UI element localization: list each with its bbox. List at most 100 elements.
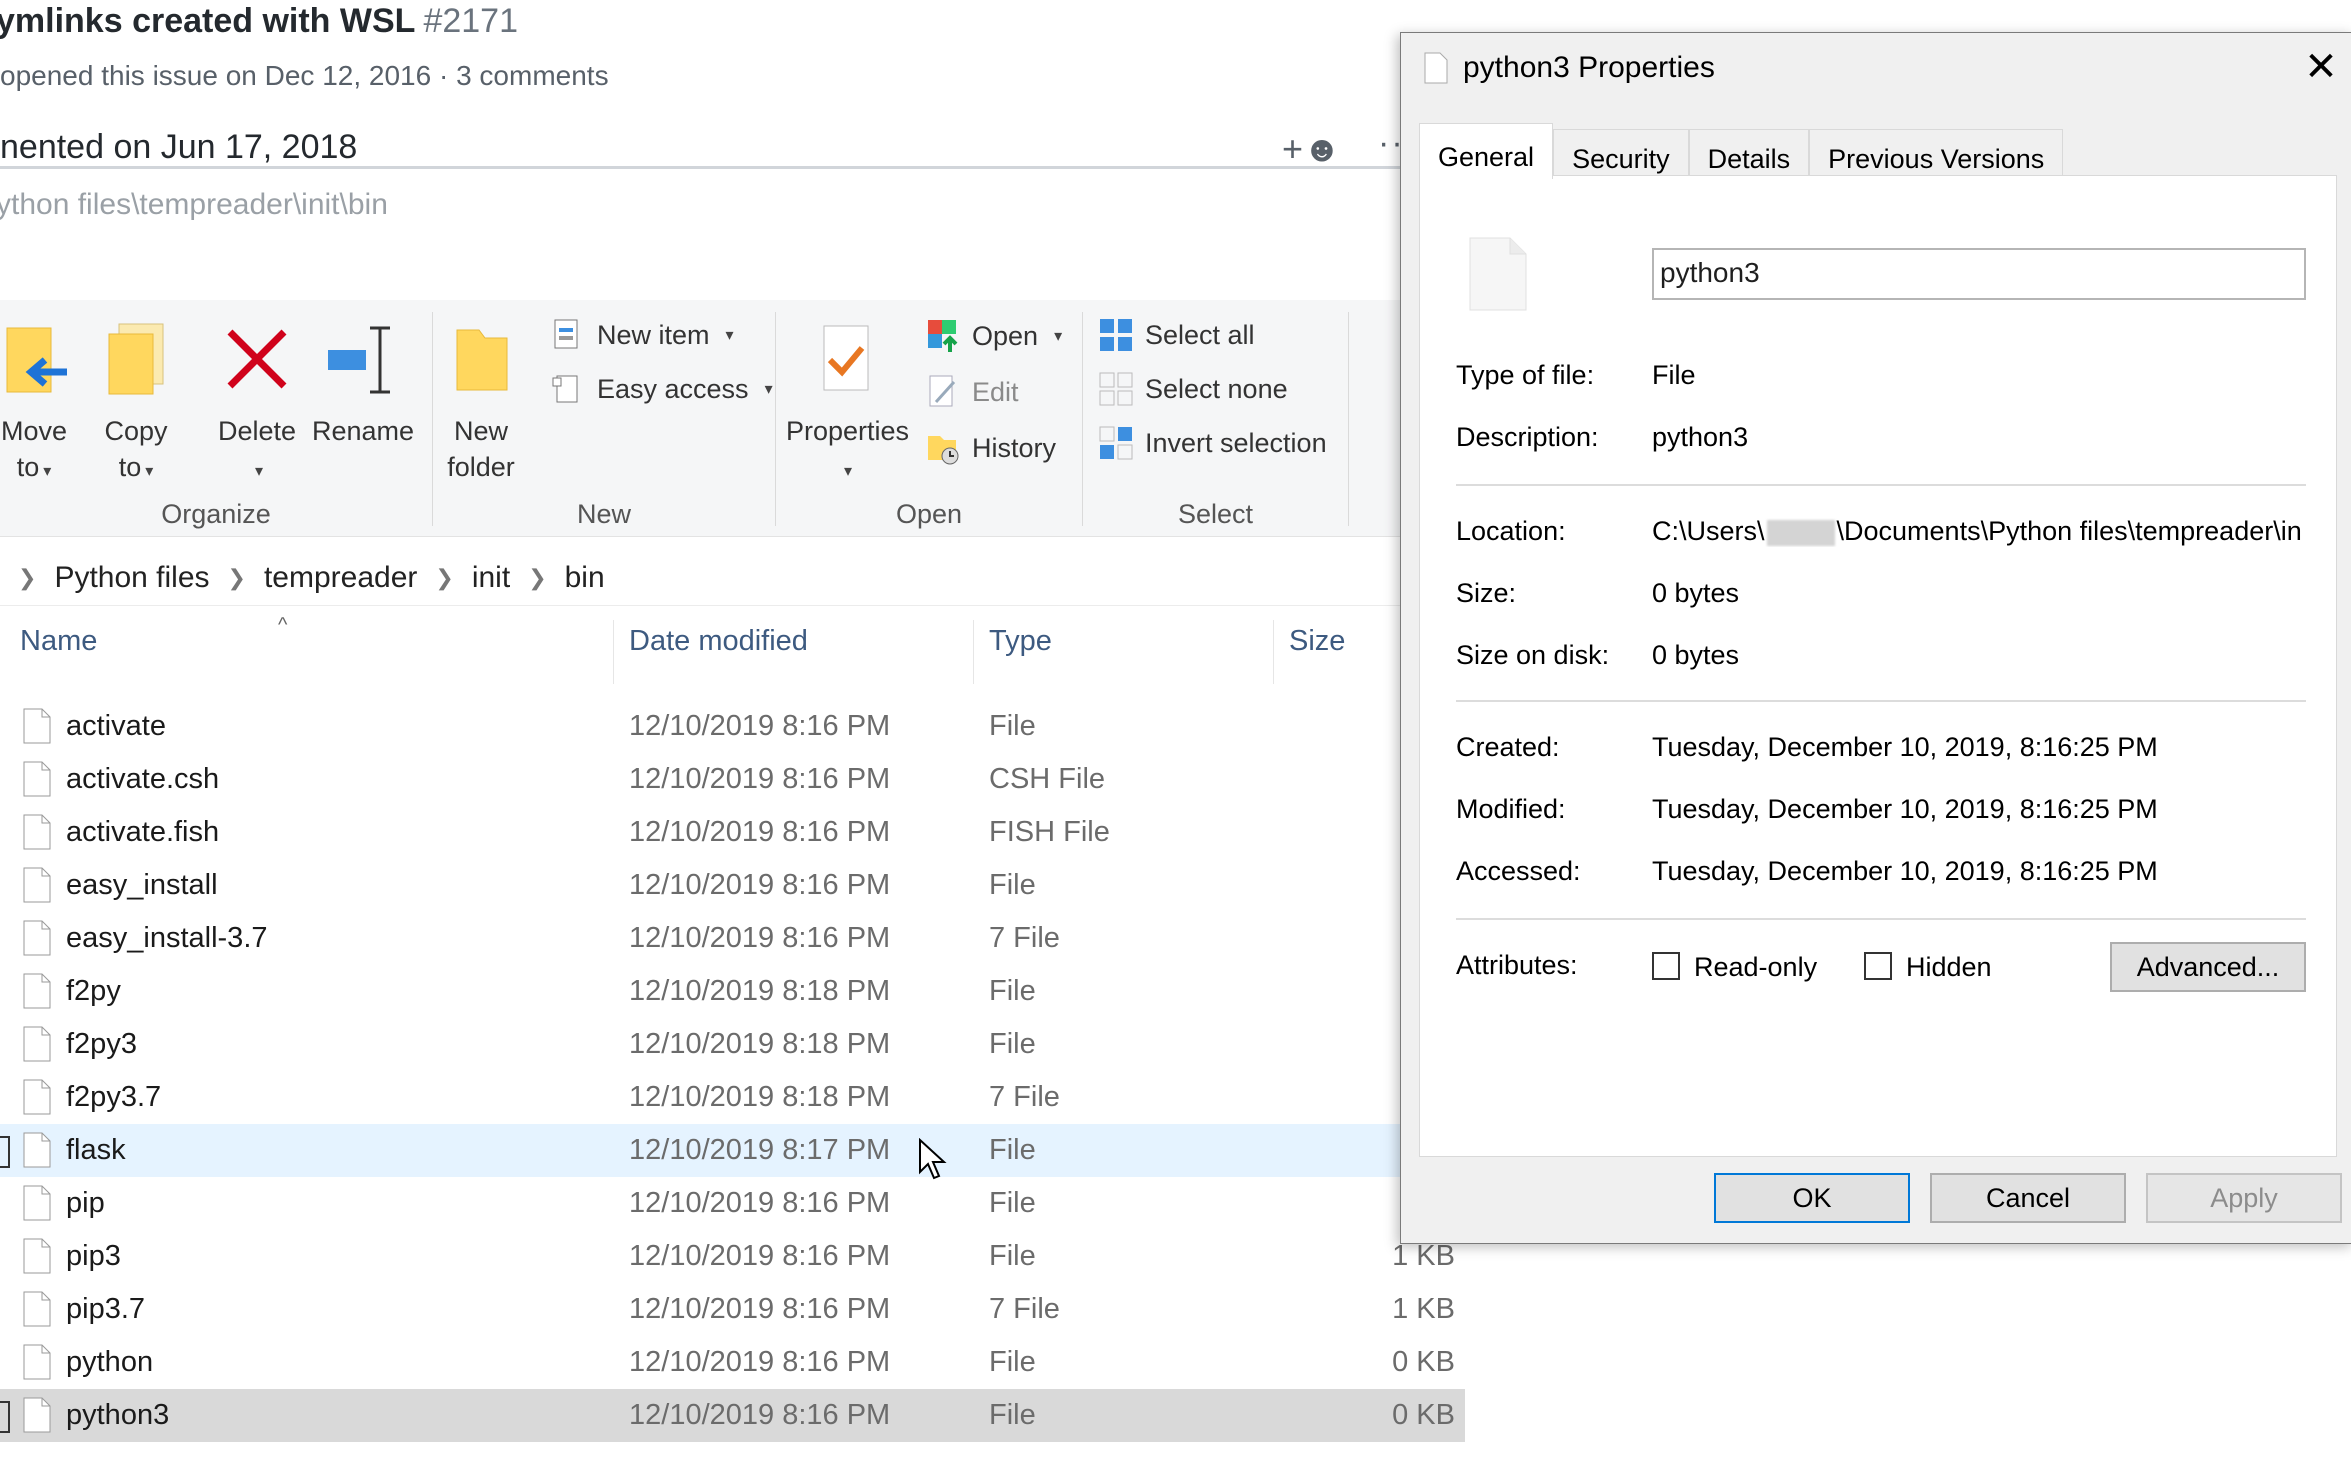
file-row[interactable]: easy_install 12/10/2019 8:16 PM File <box>0 859 1465 912</box>
file-row[interactable]: f2py3 12/10/2019 8:18 PM File <box>0 1018 1465 1071</box>
cancel-button[interactable]: Cancel <box>1930 1173 2126 1223</box>
new-item-button[interactable]: New item ▾ <box>551 318 734 352</box>
accessed-value: Tuesday, December 10, 2019, 8:16:25 PM <box>1652 856 2158 886</box>
file-icon <box>23 814 51 850</box>
file-name: easy_install-3.7 <box>66 922 268 954</box>
tab-previous-versions[interactable]: Previous Versions <box>1809 129 2064 179</box>
modified-value: Tuesday, December 10, 2019, 8:16:25 PM <box>1652 794 2158 824</box>
new-folder-icon <box>456 329 508 391</box>
close-icon[interactable]: ✕ <box>2301 47 2341 87</box>
file-icon <box>23 1132 51 1168</box>
mouse-cursor-icon <box>919 1138 947 1180</box>
history-button[interactable]: History <box>926 430 1056 466</box>
tab-details[interactable]: Details <box>1688 129 1810 179</box>
column-divider[interactable] <box>1273 620 1274 684</box>
file-name: f2py <box>66 975 121 1007</box>
type-of-file-label: Type of file: <box>1456 360 1595 390</box>
column-header-date[interactable]: Date modified <box>629 625 808 658</box>
read-only-checkbox[interactable] <box>1652 952 1680 980</box>
file-size: 0 KB <box>1392 1346 1455 1378</box>
file-date: 12/10/2019 8:16 PM <box>629 1293 891 1325</box>
file-name: activate.csh <box>66 763 220 795</box>
edit-button[interactable]: Edit <box>926 374 1019 410</box>
file-date: 12/10/2019 8:18 PM <box>629 1081 891 1113</box>
delete-button[interactable]: Delete ▾ <box>212 320 302 490</box>
file-icon <box>23 708 51 744</box>
rename-button[interactable]: Rename <box>312 320 414 449</box>
select-none-button[interactable]: Select none <box>1099 372 1288 406</box>
history-icon <box>928 436 959 465</box>
add-reaction-icon[interactable]: +☻ <box>1282 128 1341 170</box>
select-all-button[interactable]: Select all <box>1099 318 1255 352</box>
dialog-titlebar: python3 Properties <box>1423 51 1715 85</box>
select-none-icon <box>1099 372 1133 406</box>
file-row[interactable]: python 12/10/2019 8:16 PM File 0 KB <box>0 1336 1465 1389</box>
tab-security[interactable]: Security <box>1553 129 1689 179</box>
file-row-hovered[interactable]: flask 12/10/2019 8:17 PM File <box>0 1124 1465 1180</box>
file-icon <box>23 973 51 1009</box>
easy-access-icon <box>552 375 578 403</box>
easy-access-button[interactable]: Easy access ▾ <box>551 372 773 406</box>
properties-dialog: python3 Properties ✕ General Security De… <box>1400 32 2351 1244</box>
file-row[interactable]: easy_install-3.7 12/10/2019 8:16 PM 7 Fi… <box>0 912 1465 965</box>
apply-button[interactable]: Apply <box>2146 1173 2342 1223</box>
read-only-label[interactable]: Read-only <box>1694 952 1817 983</box>
dialog-tabs: General Security Details Previous Versio… <box>1419 123 2064 179</box>
breadcrumb-init[interactable]: init <box>472 561 510 595</box>
properties-caret: ▾ <box>786 449 906 490</box>
file-row[interactable]: activate.csh 12/10/2019 8:16 PM CSH File <box>0 753 1465 806</box>
file-date: 12/10/2019 8:16 PM <box>629 1399 891 1431</box>
column-divider[interactable] <box>613 620 614 684</box>
file-icon <box>23 1238 51 1274</box>
file-name-input[interactable]: python3 <box>1652 248 2306 300</box>
size-on-disk-value: 0 bytes <box>1652 640 1740 670</box>
file-name: flask <box>66 1134 126 1166</box>
column-divider[interactable] <box>973 620 974 684</box>
created-value: Tuesday, December 10, 2019, 8:16:25 PM <box>1652 732 2158 762</box>
column-header-size[interactable]: Size <box>1289 625 1345 658</box>
hidden-checkbox[interactable] <box>1864 952 1892 980</box>
file-row[interactable]: f2py3.7 12/10/2019 8:18 PM 7 File <box>0 1071 1465 1124</box>
created-label: Created: <box>1456 732 1560 762</box>
issue-title: ymlinks created with WSL #2171 <box>0 2 518 41</box>
breadcrumb-tempreader[interactable]: tempreader <box>264 561 417 595</box>
description-value: python3 <box>1652 422 1749 452</box>
rename-icon <box>328 326 390 394</box>
chevron-down-icon: ▾ <box>145 463 154 480</box>
column-header-name[interactable]: Name <box>20 625 97 658</box>
tab-general[interactable]: General <box>1419 123 1554 179</box>
ribbon-label-open: Open <box>895 499 963 529</box>
file-row[interactable]: activate.fish 12/10/2019 8:16 PM FISH Fi… <box>0 806 1465 859</box>
file-date: 12/10/2019 8:16 PM <box>629 869 891 901</box>
breadcrumb-bin[interactable]: bin <box>565 561 605 595</box>
size-label: Size: <box>1456 578 1517 608</box>
file-row[interactable]: pip3 12/10/2019 8:16 PM File 1 KB <box>0 1230 1465 1283</box>
invert-selection-button[interactable]: Invert selection <box>1099 426 1327 460</box>
breadcrumb-python-files[interactable]: Python files <box>54 561 209 595</box>
file-row[interactable]: pip 12/10/2019 8:16 PM File <box>0 1177 1465 1230</box>
file-row[interactable]: pip3.7 12/10/2019 8:16 PM 7 File 1 KB <box>0 1283 1465 1336</box>
file-row-selected[interactable]: python3 12/10/2019 8:16 PM File 0 KB <box>0 1389 1465 1442</box>
file-icon <box>23 1079 51 1115</box>
file-row[interactable]: activate 12/10/2019 8:16 PM File <box>0 700 1465 753</box>
new-item-label: New item <box>597 319 710 350</box>
row-checkbox[interactable] <box>0 1401 10 1433</box>
column-header-type[interactable]: Type <box>989 625 1052 658</box>
copy-to-icon <box>108 323 164 395</box>
file-row[interactable]: f2py 12/10/2019 8:18 PM File <box>0 965 1465 1018</box>
file-icon <box>23 867 51 903</box>
file-icon <box>23 1397 51 1433</box>
ribbon-label-select: Select <box>1177 499 1254 529</box>
copy-to-button[interactable]: Copy to ▾ <box>96 320 176 490</box>
hidden-label[interactable]: Hidden <box>1906 952 1992 983</box>
new-folder-button[interactable]: New folder <box>441 320 521 485</box>
open-button[interactable]: Open ▾ <box>926 318 1062 354</box>
ribbon-label-organize: Organize <box>161 499 271 529</box>
easy-access-label: Easy access <box>597 373 749 404</box>
row-checkbox[interactable] <box>0 1136 10 1168</box>
file-icon <box>23 761 51 797</box>
advanced-button[interactable]: Advanced... <box>2110 942 2306 992</box>
ok-button[interactable]: OK <box>1714 1173 1910 1223</box>
properties-button[interactable]: Properties ▾ <box>786 320 909 490</box>
move-to-button[interactable]: Move to ▾ <box>0 320 74 490</box>
